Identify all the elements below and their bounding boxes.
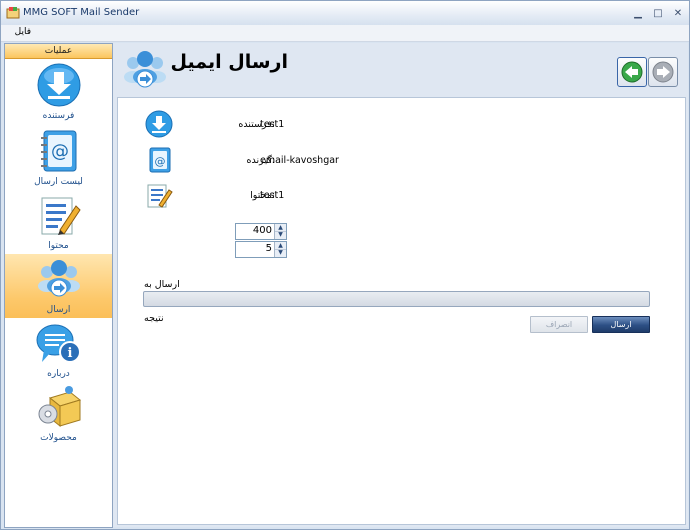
sidebar-item-label: محتوا xyxy=(48,241,69,251)
send-button[interactable]: ارسال xyxy=(592,316,650,333)
sidebar-item-label: فرستنده xyxy=(42,111,75,121)
sidebar-header: عملیات xyxy=(5,44,112,59)
arrow-right-icon xyxy=(652,61,674,83)
download-icon xyxy=(37,63,81,107)
address-book-icon: @ xyxy=(149,147,171,173)
sidebar-item-sender[interactable]: فرستنده xyxy=(5,60,112,124)
count-stepper[interactable]: 400 ▲ ▼ xyxy=(235,223,287,240)
count-value: 400 xyxy=(252,225,272,236)
sidebar: عملیات فرستنده @ لیست ارسال محتوا ارسال … xyxy=(4,43,113,528)
sidebar-item-send[interactable]: ارسال xyxy=(5,254,112,318)
stepper-down-icon[interactable]: ▼ xyxy=(275,231,286,238)
app-icon xyxy=(6,7,20,19)
sidebar-item-label: ارسال xyxy=(46,305,71,315)
sidebar-item-label: درباره xyxy=(47,369,70,379)
stepper-down-icon[interactable]: ▼ xyxy=(275,249,286,256)
arrow-left-icon xyxy=(621,61,643,83)
send-user-icon xyxy=(124,51,166,88)
recipient-value: email-kavoshgar xyxy=(260,155,339,166)
result-label: نتیجه xyxy=(144,313,164,324)
minimize-button[interactable]: ▁ xyxy=(632,8,644,20)
svg-text:@: @ xyxy=(155,155,166,168)
menu-bar: فایل xyxy=(1,25,689,42)
app-window: MMG SOFT Mail Sender ▁ □ ✕ فایل عملیات ف… xyxy=(0,0,690,530)
info-chat-icon: i xyxy=(36,324,81,363)
products-box-icon xyxy=(38,386,82,428)
sidebar-item-label: لیست ارسال xyxy=(34,177,83,187)
send-to-label: ارسال به xyxy=(144,279,180,290)
content-value: test1 xyxy=(260,190,285,201)
send-user-icon xyxy=(38,260,80,297)
page-title: ارسال ایمیل xyxy=(170,51,288,73)
send-panel: :فرستنده test1 @ :گیرنده email-kavoshgar… xyxy=(117,97,686,525)
sidebar-item-send-list[interactable]: @ لیست ارسال xyxy=(5,126,112,190)
close-button[interactable]: ✕ xyxy=(672,8,684,20)
main-content: ارسال ایمیل :فرستنده test1 @:گیرنده ema… xyxy=(113,43,688,527)
sidebar-item-label: محصولات xyxy=(40,433,77,443)
download-icon xyxy=(145,110,173,138)
sidebar-item-about[interactable]: i درباره xyxy=(5,318,112,382)
title-bar: MMG SOFT Mail Sender ▁ □ ✕ xyxy=(1,1,689,25)
sidebar-item-products[interactable]: محصولات xyxy=(5,382,112,446)
svg-text:i: i xyxy=(68,346,73,361)
maximize-button[interactable]: □ xyxy=(652,8,664,20)
edit-document-icon xyxy=(41,197,81,235)
cancel-button[interactable]: انصراف xyxy=(530,316,588,333)
back-button[interactable] xyxy=(617,57,647,87)
delay-value: 5 xyxy=(265,243,272,254)
menu-file[interactable]: فایل xyxy=(15,27,31,37)
sender-value: test1 xyxy=(260,119,285,130)
svg-text:@: @ xyxy=(51,141,69,162)
forward-button[interactable] xyxy=(648,57,678,87)
edit-document-icon xyxy=(147,184,173,208)
sidebar-item-content[interactable]: محتوا xyxy=(5,190,112,254)
address-book-icon: @ xyxy=(41,130,77,172)
window-title: MMG SOFT Mail Sender xyxy=(23,7,140,18)
delay-stepper[interactable]: 5 ▲ ▼ xyxy=(235,241,287,258)
progress-bar xyxy=(143,291,650,307)
